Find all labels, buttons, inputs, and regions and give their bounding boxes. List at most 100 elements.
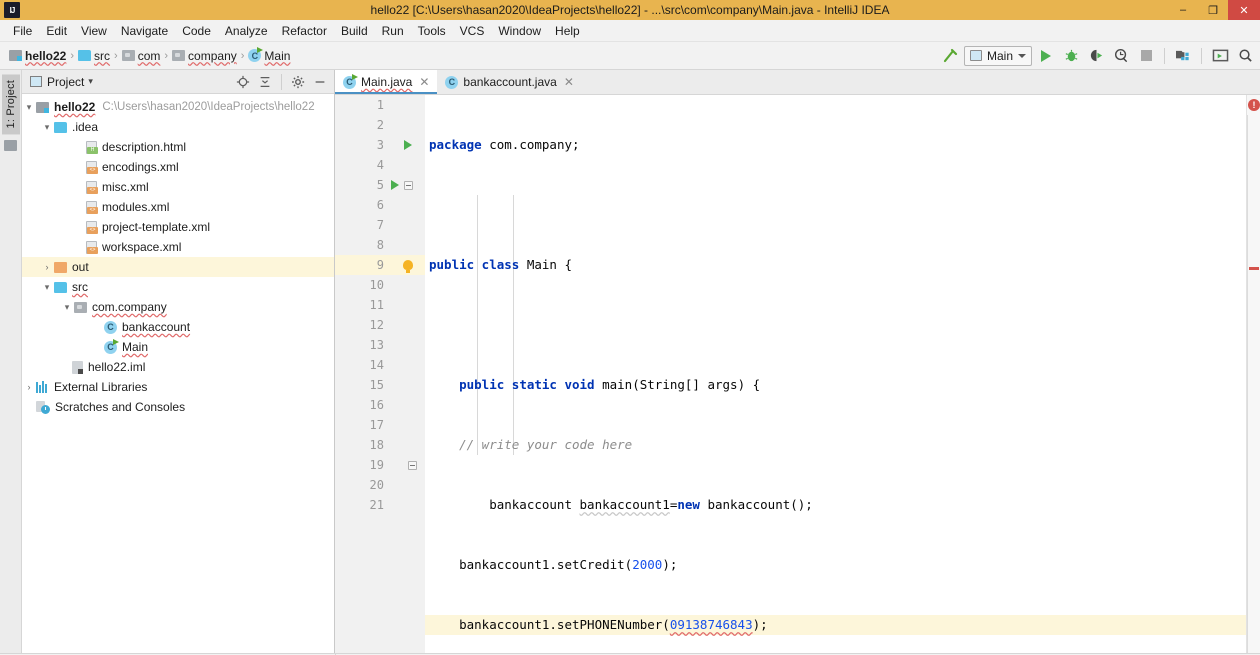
tree-node-misc-xml[interactable]: <> misc.xml bbox=[22, 177, 334, 197]
settings-gear-icon[interactable] bbox=[288, 72, 308, 92]
sidebar-item-project[interactable]: 1: Project bbox=[1, 74, 20, 135]
editor-tab-bankaccount-java[interactable]: C bankaccount.java ✕ bbox=[437, 70, 581, 94]
tree-node-description-html[interactable]: H description.html bbox=[22, 137, 334, 157]
run-class-arrow-icon[interactable] bbox=[403, 140, 412, 150]
gutter-row[interactable] bbox=[390, 175, 425, 195]
tree-node-hello22[interactable]: ▾ hello22 C:\Users\hasan2020\IdeaProject… bbox=[22, 97, 334, 117]
run-config-label: Main bbox=[986, 48, 1013, 63]
gutter-row[interactable] bbox=[390, 135, 425, 155]
iml-file-icon bbox=[72, 360, 83, 374]
hide-panel-icon[interactable] bbox=[310, 72, 330, 92]
gutter-row[interactable] bbox=[390, 255, 425, 275]
run-button[interactable] bbox=[1035, 45, 1057, 67]
toolbar-divider bbox=[1164, 47, 1165, 64]
breadcrumb-src[interactable]: src bbox=[75, 49, 113, 63]
code-editor[interactable]: package com.company; public class Main {… bbox=[425, 95, 1246, 653]
menu-item-tools[interactable]: Tools bbox=[411, 22, 453, 40]
tree-node-encodings-xml[interactable]: <> encodings.xml bbox=[22, 157, 334, 177]
twisty-icon[interactable]: › bbox=[40, 262, 54, 272]
run-anything-button[interactable] bbox=[1209, 45, 1231, 67]
menu-item-window[interactable]: Window bbox=[491, 22, 548, 40]
gutter-row bbox=[390, 115, 425, 135]
twisty-icon[interactable]: › bbox=[22, 382, 36, 392]
close-icon[interactable]: ✕ bbox=[564, 75, 574, 89]
chevron-down-icon[interactable]: ▾ bbox=[88, 76, 93, 87]
error-stripe-marker[interactable] bbox=[1249, 267, 1259, 270]
profile-button[interactable] bbox=[1110, 45, 1132, 67]
line-number: 3 bbox=[376, 138, 384, 152]
breadcrumb-company[interactable]: company bbox=[169, 49, 240, 63]
tree-node-src[interactable]: ▾ src bbox=[22, 277, 334, 297]
xml-file-icon: <> bbox=[86, 240, 98, 254]
menu-item-help[interactable]: Help bbox=[548, 22, 587, 40]
tree-node-idea[interactable]: ▾ .idea bbox=[22, 117, 334, 137]
line-number: 9 bbox=[335, 255, 390, 275]
error-stripe[interactable]: ! bbox=[1246, 95, 1260, 653]
gutter-row bbox=[390, 95, 425, 115]
tree-node-label: project-template.xml bbox=[102, 220, 211, 234]
debug-button[interactable] bbox=[1060, 45, 1082, 67]
menu-bar: File Edit View Navigate Code Analyze Ref… bbox=[0, 20, 1260, 42]
intention-bulb-icon[interactable] bbox=[402, 260, 413, 273]
locate-target-icon[interactable] bbox=[233, 72, 253, 92]
fold-collapse-icon[interactable] bbox=[408, 460, 417, 470]
run-config-selector[interactable]: Main bbox=[963, 45, 1032, 66]
tree-node-main[interactable]: C Main bbox=[22, 337, 334, 357]
code-token: public static void bbox=[459, 377, 603, 392]
tree-node-external-libraries[interactable]: › External Libraries bbox=[22, 377, 334, 397]
code-token: public class bbox=[429, 257, 527, 272]
stop-button[interactable] bbox=[1135, 45, 1157, 67]
menu-item-file[interactable]: File bbox=[6, 22, 39, 40]
tree-node-bankaccount[interactable]: C bankaccount bbox=[22, 317, 334, 337]
breadcrumb-main[interactable]: C Main bbox=[245, 47, 293, 63]
gutter-row bbox=[390, 435, 425, 455]
twisty-icon[interactable]: ▾ bbox=[40, 122, 54, 133]
tree-node-scratches-and-consoles[interactable]: Scratches and Consoles bbox=[22, 397, 334, 417]
build-hammer-icon[interactable] bbox=[939, 45, 961, 67]
search-everywhere-button[interactable] bbox=[1234, 45, 1256, 67]
java-class-icon: C bbox=[445, 75, 459, 89]
tree-node-out[interactable]: › out bbox=[22, 257, 334, 277]
tree-node-label: .idea bbox=[72, 120, 99, 134]
menu-item-view[interactable]: View bbox=[74, 22, 114, 40]
structure-folder-icon[interactable] bbox=[4, 140, 17, 152]
menu-item-refactor[interactable]: Refactor bbox=[275, 22, 334, 40]
menu-item-build[interactable]: Build bbox=[334, 22, 375, 40]
menu-item-analyze[interactable]: Analyze bbox=[218, 22, 275, 40]
close-button[interactable]: ✕ bbox=[1228, 0, 1260, 20]
gutter-row bbox=[390, 495, 425, 515]
tree-node-com-company[interactable]: ▾ com.company bbox=[22, 297, 334, 317]
twisty-icon[interactable]: ▾ bbox=[22, 102, 36, 113]
code-token: bankaccount1 bbox=[579, 497, 670, 512]
tree-node-modules-xml[interactable]: <> modules.xml bbox=[22, 197, 334, 217]
collapse-all-icon[interactable] bbox=[255, 72, 275, 92]
twisty-icon[interactable]: ▾ bbox=[40, 282, 54, 293]
menu-item-vcs[interactable]: VCS bbox=[453, 22, 492, 40]
gutter-row[interactable] bbox=[390, 455, 425, 475]
twisty-icon[interactable]: ▾ bbox=[60, 302, 74, 313]
menu-item-code[interactable]: Code bbox=[175, 22, 218, 40]
breadcrumb-com[interactable]: com bbox=[119, 49, 164, 63]
tree-node-hello22-iml[interactable]: hello22.iml bbox=[22, 357, 334, 377]
error-count-icon[interactable]: ! bbox=[1248, 99, 1260, 111]
menu-item-navigate[interactable]: Navigate bbox=[114, 22, 175, 40]
close-icon[interactable]: ✕ bbox=[419, 75, 429, 89]
breadcrumb-label: com bbox=[137, 48, 161, 63]
project-structure-button[interactable] bbox=[1172, 45, 1194, 67]
tree-node-project-template-xml[interactable]: <> project-template.xml bbox=[22, 217, 334, 237]
stripe-track bbox=[1247, 115, 1248, 653]
run-method-arrow-icon[interactable] bbox=[391, 180, 399, 190]
editor-tab-main-java[interactable]: C Main.java ✕ bbox=[335, 70, 438, 94]
breadcrumb-hello22[interactable]: hello22 bbox=[6, 49, 69, 63]
menu-item-run[interactable]: Run bbox=[375, 22, 411, 40]
maximize-button[interactable]: ❐ bbox=[1198, 0, 1228, 20]
minimize-button[interactable]: – bbox=[1168, 0, 1198, 20]
tree-node-workspace-xml[interactable]: <> workspace.xml bbox=[22, 237, 334, 257]
line-number-gutter: 1 2 3 4 5 6 7 8 9 10 11 12 13 14 15 16 1… bbox=[335, 95, 390, 653]
line-number: 19 bbox=[369, 458, 384, 472]
project-tree[interactable]: ▾ hello22 C:\Users\hasan2020\IdeaProject… bbox=[22, 94, 334, 653]
run-with-coverage-button[interactable] bbox=[1085, 45, 1107, 67]
fold-collapse-icon[interactable] bbox=[404, 180, 413, 190]
menu-item-edit[interactable]: Edit bbox=[39, 22, 74, 40]
